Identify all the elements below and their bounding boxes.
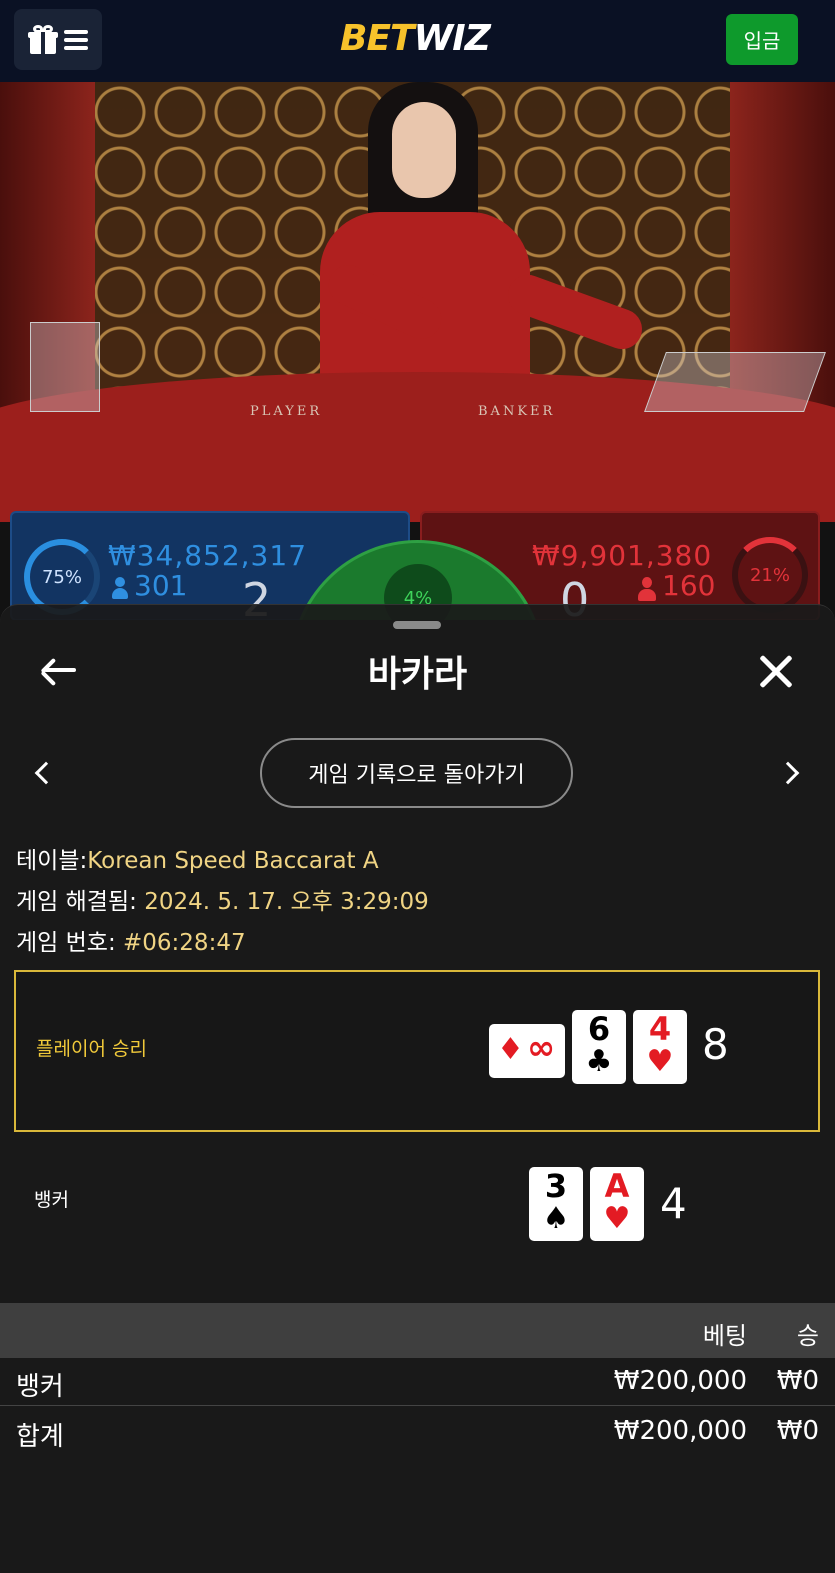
player-card-2: 6 ♣ [572, 1010, 626, 1084]
col-bet: 베팅 [702, 1322, 747, 1350]
player-result-label: 플레이어 승리 [36, 1038, 147, 1060]
player-score-total: 8 [702, 1020, 729, 1069]
col-win: 승 [796, 1322, 819, 1350]
banker-pct-ring: 21% [732, 537, 808, 613]
player-count: 301 [134, 569, 188, 602]
hamburger-icon [64, 29, 88, 50]
brand-logo[interactable]: BETWIZ [340, 18, 491, 59]
player-card-1: ♦ ∞ [489, 1024, 565, 1078]
table-player-label: PLAYER [250, 404, 323, 419]
gift-icon [28, 24, 58, 55]
banker-amount: ₩9,901,380 [532, 539, 713, 572]
live-video: PLAYER BANKER [0, 82, 835, 522]
table-row: 뱅커 ₩200,000 ₩0 [0, 1358, 835, 1406]
banker-result-label: 뱅커 [34, 1189, 69, 1211]
user-icon [112, 577, 128, 599]
sheet-title: 바카라 [367, 654, 468, 695]
banker-count: 160 [662, 569, 716, 602]
player-result-row: 플레이어 승리 ♦ ∞ 6 ♣ 4 ♥ 8 [14, 970, 820, 1132]
game-number-info: 게임 번호: #06:28:47 [16, 930, 246, 956]
sheet-handle[interactable] [393, 621, 441, 629]
next-game-chevron-icon[interactable] [776, 761, 800, 785]
game-history-sheet: 바카라 게임 기록으로 돌아가기 테이블:Korean Speed Baccar… [0, 604, 835, 1573]
player-amount: ₩34,852,317 [108, 539, 308, 572]
banker-card-2: A ♥ [590, 1167, 644, 1241]
back-to-history-button[interactable]: 게임 기록으로 돌아가기 [260, 738, 573, 808]
table-banker-label: BANKER [478, 404, 556, 419]
prev-game-chevron-icon[interactable] [34, 761, 58, 785]
banker-card-1: 3 ♠ [529, 1167, 583, 1241]
user-icon [638, 577, 656, 601]
table-row: 합계 ₩200,000 ₩0 [16, 1416, 819, 1452]
bets-table-header: 베팅 승 [0, 1303, 835, 1358]
close-icon[interactable] [758, 653, 794, 689]
deposit-button[interactable]: 입금 [726, 14, 798, 65]
top-bar: BETWIZ 입금 [0, 0, 835, 82]
menu-button[interactable] [14, 9, 102, 70]
banker-score-total: 4 [660, 1179, 687, 1228]
resolved-info: 게임 해결됨: 2024. 5. 17. 오후 3:29:09 [16, 889, 429, 915]
table-info: 테이블:Korean Speed Baccarat A [16, 848, 379, 874]
player-card-3: 4 ♥ [633, 1010, 687, 1084]
